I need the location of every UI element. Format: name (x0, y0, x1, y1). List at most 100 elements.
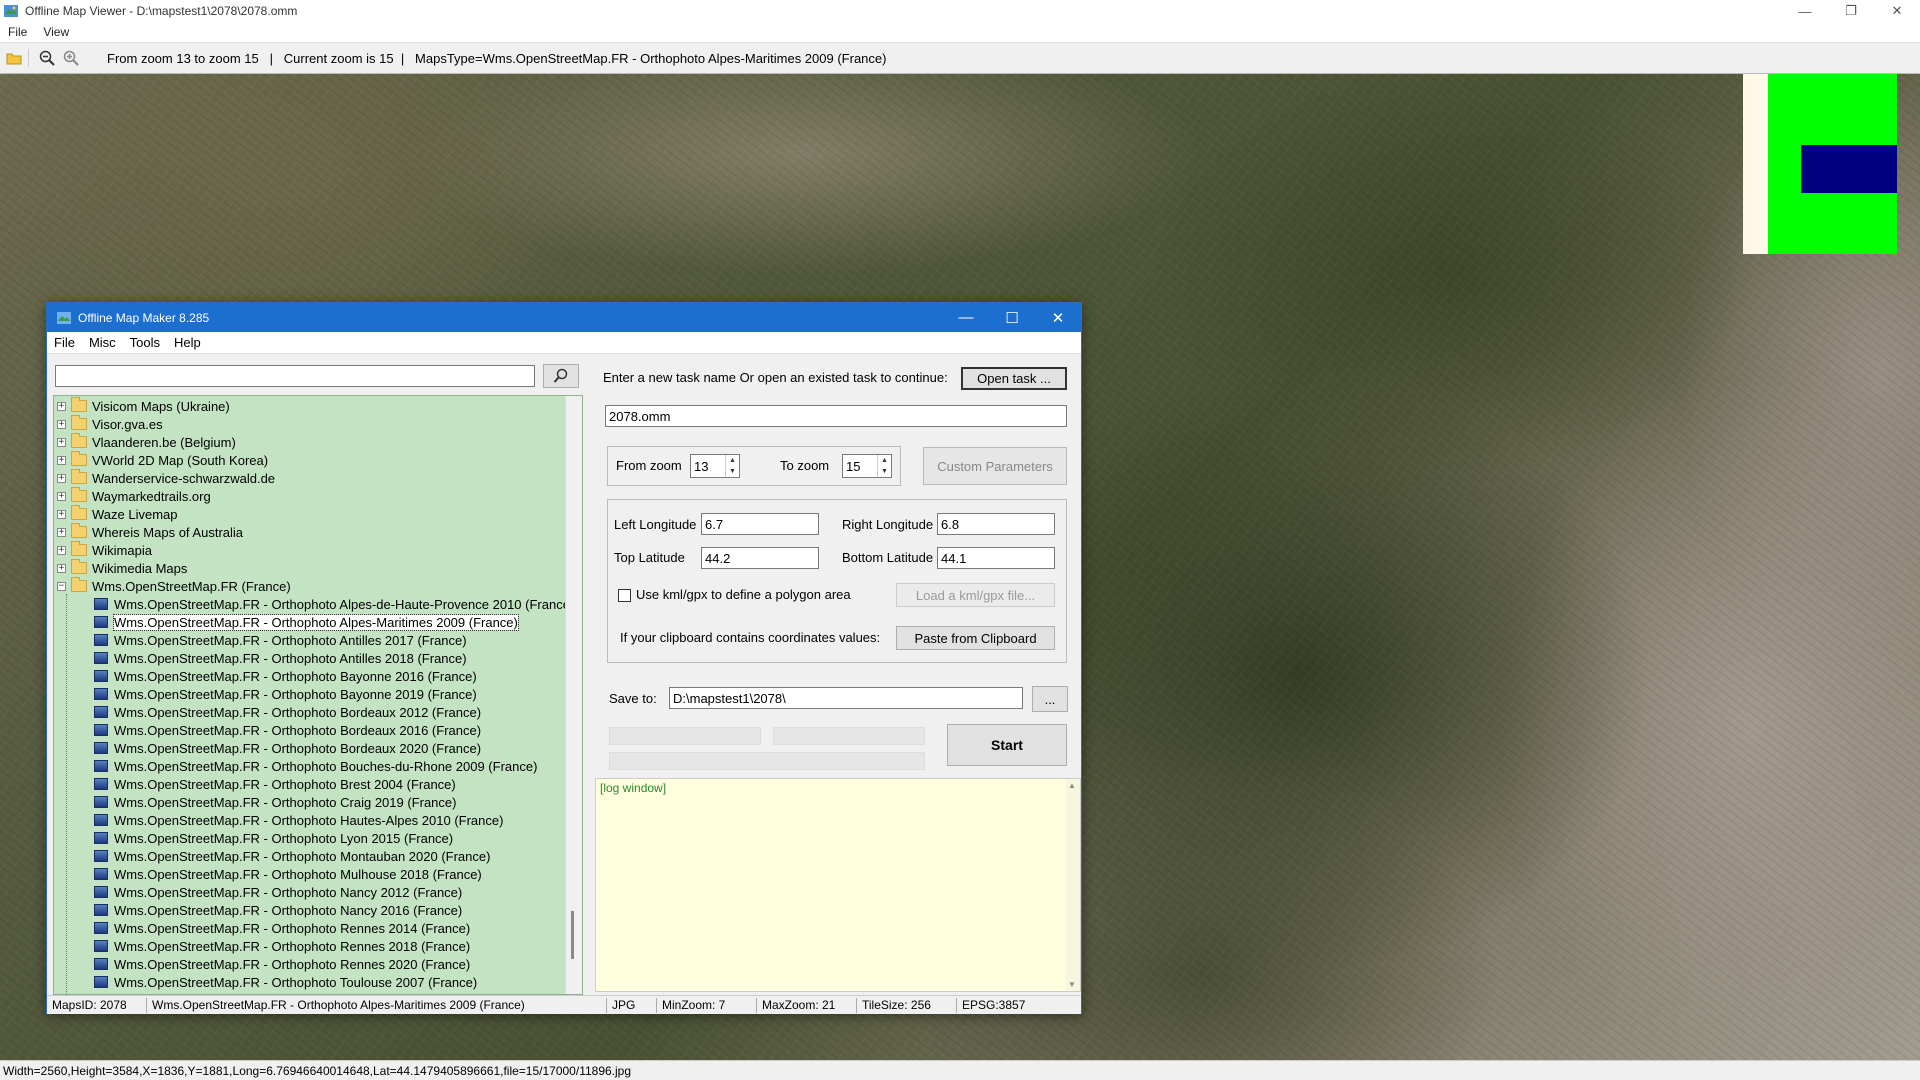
load-kml-button[interactable]: Load a kml/gpx file... (896, 583, 1055, 607)
tree-folder[interactable]: + Wikimedia Maps (54, 559, 187, 577)
spin-up-icon[interactable]: ▲ (881, 457, 888, 464)
dialog-menu-tools[interactable]: Tools (123, 335, 167, 350)
open-task-button[interactable]: Open task ... (961, 367, 1067, 390)
tree-folder[interactable]: + Vlaanderen.be (Belgium) (54, 433, 236, 451)
scroll-down-icon[interactable]: ▼ (1068, 980, 1076, 989)
log-window[interactable]: [log window] ▲ ▼ (595, 778, 1081, 992)
tree-map-item[interactable]: Wms.OpenStreetMap.FR - Orthophoto Alpes-… (94, 613, 519, 631)
dialog-minimize-button[interactable]: — (943, 303, 989, 332)
tree-map-item[interactable]: Wms.OpenStreetMap.FR - Orthophoto Craig … (94, 793, 456, 811)
viewer-statusbar: Width=2560,Height=3584,X=1836,Y=1881,Lon… (0, 1060, 1920, 1080)
top-latitude-input[interactable]: 44.2 (701, 547, 819, 569)
tree-map-label: Wms.OpenStreetMap.FR - Orthophoto Alpes-… (114, 596, 575, 612)
tree-map-item[interactable]: Wms.OpenStreetMap.FR - Orthophoto Mulhou… (94, 865, 482, 883)
tree-map-item[interactable]: Wms.OpenStreetMap.FR - Orthophoto Alpes-… (94, 595, 574, 613)
log-scrollbar[interactable]: ▲ ▼ (1066, 779, 1080, 991)
tree-map-item[interactable]: Wms.OpenStreetMap.FR - Orthophoto Antill… (94, 649, 467, 667)
viewer-titlebar: Offline Map Viewer - D:\mapstest1\2078\2… (0, 0, 1920, 22)
dialog-menu-help[interactable]: Help (167, 335, 208, 350)
tree-map-item[interactable]: Wms.OpenStreetMap.FR - Orthophoto Nancy … (94, 883, 462, 901)
tree-folder[interactable]: + Wikimapia (54, 541, 152, 559)
tree-folder-open[interactable]: − Wms.OpenStreetMap.FR (France) (54, 577, 291, 595)
tree-map-item[interactable]: Wms.OpenStreetMap.FR - Orthophoto Antill… (94, 631, 467, 649)
paste-clipboard-button[interactable]: Paste from Clipboard (896, 626, 1055, 650)
map-tile-icon (94, 814, 108, 826)
tree-scroll-thumb[interactable] (571, 911, 574, 959)
to-zoom-stepper[interactable]: 15 ▲ ▼ (842, 454, 892, 478)
spin-down-icon[interactable]: ▼ (881, 468, 888, 475)
search-button[interactable] (543, 364, 579, 388)
from-zoom-stepper[interactable]: 13 ▲ ▼ (690, 454, 740, 478)
save-path-input[interactable]: D:\mapstest1\2078\ (669, 687, 1023, 709)
start-button[interactable]: Start (947, 724, 1067, 766)
tree-map-item[interactable]: Wms.OpenStreetMap.FR - Orthophoto Toulou… (94, 973, 477, 991)
tree-map-label: Wms.OpenStreetMap.FR - Orthophoto Bayonn… (114, 686, 477, 702)
dialog-maximize-button[interactable]: ☐ (989, 303, 1035, 332)
expand-icon[interactable]: + (57, 401, 66, 411)
spin-down-icon[interactable]: ▼ (729, 468, 736, 475)
tree-map-item[interactable]: Wms.OpenStreetMap.FR - Orthophoto Rennes… (94, 919, 470, 937)
tree-folder[interactable]: + Whereis Maps of Australia (54, 523, 243, 541)
expand-icon[interactable]: + (57, 473, 66, 483)
from-zoom-arrows[interactable]: ▲ ▼ (725, 455, 739, 477)
custom-parameters-button[interactable]: Custom Parameters (923, 447, 1067, 485)
open-folder-icon[interactable] (4, 48, 24, 68)
tree-map-item[interactable]: Wms.OpenStreetMap.FR - Orthophoto Bordea… (94, 703, 481, 721)
tree-map-label: Wms.OpenStreetMap.FR - Orthophoto Bordea… (114, 722, 482, 738)
tree-folder[interactable]: + Visicom Maps (Ukraine) (54, 397, 230, 415)
expand-icon[interactable]: + (57, 455, 66, 465)
spin-up-icon[interactable]: ▲ (729, 457, 736, 464)
tree-map-label: Wms.OpenStreetMap.FR - Orthophoto Rennes… (114, 956, 471, 972)
tree-map-item[interactable]: Wms.OpenStreetMap.FR - Orthophoto Bayonn… (94, 685, 477, 703)
tree-map-item[interactable]: Wms.OpenStreetMap.FR - Orthophoto Nancy … (94, 901, 462, 919)
tree-folder[interactable]: + Visor.gva.es (54, 415, 163, 433)
tree-folder[interactable]: + Waze Livemap (54, 505, 178, 523)
viewer-menu-file[interactable]: File (0, 25, 35, 39)
expand-icon[interactable]: + (57, 563, 66, 573)
left-longitude-input[interactable]: 6.7 (701, 513, 819, 535)
viewer-minimize-button[interactable]: — (1782, 0, 1828, 22)
map-tile-icon (94, 742, 108, 754)
expand-icon[interactable]: + (57, 437, 66, 447)
scroll-up-icon[interactable]: ▲ (1068, 781, 1076, 790)
tree-scrollbar[interactable] (565, 396, 582, 994)
tree-folder[interactable]: + VWorld 2D Map (South Korea) (54, 451, 268, 469)
bottom-latitude-input[interactable]: 44.1 (937, 547, 1055, 569)
tree-folder[interactable]: + Waymarkedtrails.org (54, 487, 211, 505)
map-tile-icon (94, 706, 108, 718)
right-longitude-input[interactable]: 6.8 (937, 513, 1055, 535)
tree-map-item[interactable]: Wms.OpenStreetMap.FR - Orthophoto Bayonn… (94, 667, 477, 685)
expand-icon[interactable]: + (57, 545, 66, 555)
zoom-in-icon[interactable] (61, 48, 81, 68)
tree-folder[interactable]: + Wanderservice-schwarzwald.de (54, 469, 275, 487)
expand-icon[interactable]: + (57, 491, 66, 501)
viewer-restore-button[interactable]: ❐ (1828, 0, 1874, 22)
to-zoom-arrows[interactable]: ▲ ▼ (877, 455, 891, 477)
minimap[interactable] (1743, 74, 1897, 254)
tree-map-item[interactable]: Wms.OpenStreetMap.FR - Orthophoto Hautes… (94, 811, 503, 829)
tree-map-item[interactable]: Wms.OpenStreetMap.FR - Orthophoto Rennes… (94, 955, 470, 973)
browse-folder-button[interactable]: ... (1032, 686, 1068, 712)
tree-map-item[interactable]: Wms.OpenStreetMap.FR - Orthophoto Brest … (94, 775, 456, 793)
expand-icon[interactable]: + (57, 419, 66, 429)
zoom-out-icon[interactable] (37, 48, 57, 68)
tree-map-item[interactable]: Wms.OpenStreetMap.FR - Orthophoto Rennes… (94, 937, 470, 955)
tree-map-item[interactable]: Wms.OpenStreetMap.FR - Orthophoto Bordea… (94, 739, 481, 757)
tree-map-item[interactable]: Wms.OpenStreetMap.FR - Orthophoto Montau… (94, 847, 490, 865)
dialog-menu-file[interactable]: File (47, 335, 82, 350)
kml-polygon-checkbox[interactable] (618, 589, 631, 602)
map-source-tree[interactable]: + Visicom Maps (Ukraine) + Visor.gva.es + Vla… (53, 395, 583, 995)
tree-map-item[interactable]: Wms.OpenStreetMap.FR - Orthophoto Lyon 2… (94, 829, 453, 847)
dialog-menu-misc[interactable]: Misc (82, 335, 123, 350)
dialog-close-button[interactable]: ✕ (1035, 303, 1081, 332)
map-search-input[interactable] (55, 365, 535, 387)
expand-icon[interactable]: + (57, 509, 66, 519)
viewer-menu-view[interactable]: View (35, 25, 77, 39)
tree-map-item[interactable]: Wms.OpenStreetMap.FR - Orthophoto Bordea… (94, 721, 481, 739)
collapse-icon[interactable]: − (57, 581, 66, 591)
task-name-input[interactable]: 2078.omm (605, 405, 1067, 427)
tree-map-item[interactable]: Wms.OpenStreetMap.FR - Orthophoto Bouche… (94, 757, 537, 775)
kml-polygon-label[interactable]: Use kml/gpx to define a polygon area (636, 587, 851, 602)
expand-icon[interactable]: + (57, 527, 66, 537)
viewer-close-button[interactable]: ✕ (1874, 0, 1920, 22)
